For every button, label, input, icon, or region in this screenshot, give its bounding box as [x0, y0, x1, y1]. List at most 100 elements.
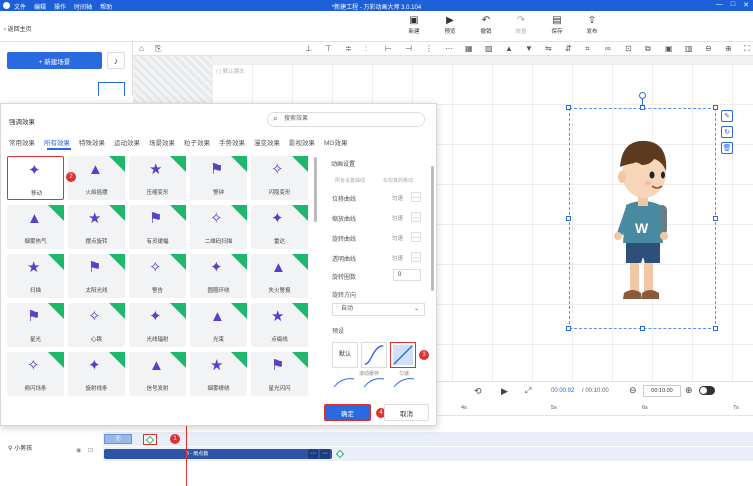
distribute-v-icon[interactable]: ⋯ [445, 44, 453, 53]
effect-item[interactable]: ✦ 光线辐射 [129, 303, 186, 347]
save-button[interactable]: ▤ 保存 [545, 15, 569, 35]
align-middle-icon[interactable]: ≑ [345, 44, 352, 53]
maximize-button[interactable]: □ [731, 1, 735, 9]
ungroup-icon[interactable]: ▧ [485, 44, 493, 53]
effect-item[interactable]: ★ 烟雾缭绕 [190, 352, 247, 396]
effect-item[interactable]: ✧ 频闪烁条 [7, 352, 64, 396]
tab-motion[interactable]: 运动效果 [114, 137, 140, 147]
scale-curve-value[interactable]: 匀速 [392, 214, 403, 222]
settings-scrollbar[interactable] [431, 166, 434, 291]
resize-handle-r[interactable] [713, 216, 718, 221]
resize-handle-tl[interactable] [566, 105, 571, 110]
lock-icon[interactable]: ⌂ [139, 44, 144, 53]
tab-particle[interactable]: 粒子效果 [184, 137, 210, 147]
zoom-in-icon[interactable]: ⊕ [685, 385, 693, 396]
align-right-icon[interactable]: ⊣ [405, 44, 412, 53]
align-left-icon[interactable]: ⊢ [385, 44, 392, 53]
effect-item[interactable]: ▲ 光束 [190, 303, 247, 347]
align-top-icon[interactable]: ⊤ [325, 44, 332, 53]
selection-box[interactable] [569, 108, 716, 329]
effect-item[interactable]: ✦ 圆圈环绕 [190, 254, 247, 298]
crop-icon[interactable]: ⌗ [585, 44, 590, 54]
effect-item[interactable]: ✧ 二维码扫描 [190, 205, 247, 249]
preview-button[interactable]: ▶ 预览 [438, 15, 462, 35]
rotation-count-stepper[interactable]: 0 [393, 269, 421, 281]
position-curve-more[interactable]: … [411, 192, 421, 202]
layer-icon[interactable]: ⎘ [155, 44, 161, 54]
rotate-curve-value[interactable]: 匀速 [392, 234, 403, 242]
effect-item[interactable]: ✧ 心跳 [68, 303, 125, 347]
tab-all[interactable]: 所有效果 [44, 137, 70, 147]
align-center-icon[interactable]: ⫶ [365, 44, 367, 54]
scale-curve-more[interactable]: … [411, 212, 421, 222]
back-home-button[interactable]: ‹ 返回主页 [4, 24, 32, 33]
tab-special[interactable]: 特殊效果 [79, 137, 105, 147]
publish-button[interactable]: ⇪ 发布 [580, 15, 604, 35]
preset-ease-curve[interactable] [361, 342, 387, 368]
rotate-handle[interactable] [639, 92, 646, 99]
tab-mg[interactable]: MG效果 [324, 137, 347, 147]
resize-handle-b[interactable] [640, 326, 645, 331]
flip-h-icon[interactable]: ⇋ [545, 44, 552, 53]
resize-handle-t[interactable] [640, 105, 645, 110]
preset-row-2[interactable] [332, 378, 422, 388]
tab-scene[interactable]: 场景效果 [149, 137, 175, 147]
effect-item[interactable]: ★ 摆点旋转 [68, 205, 125, 249]
play-icon[interactable]: ▶ [501, 386, 508, 397]
bring-front-icon[interactable]: ▲ [505, 44, 513, 53]
lock-layer-icon[interactable]: ⊡ [625, 44, 632, 53]
music-icon[interactable]: ♪ [107, 52, 125, 69]
opacity-curve-value[interactable]: 匀速 [392, 254, 403, 262]
effect-item[interactable]: ✧ 警告 [129, 254, 186, 298]
effect-grid-scrollbar[interactable] [314, 157, 317, 222]
effect-item[interactable]: ▲ 火焰摇摆 [68, 156, 125, 200]
timeline-toggle[interactable] [699, 386, 715, 395]
paste-icon[interactable]: ▣ [665, 44, 673, 53]
scene-thumbnail[interactable] [98, 82, 125, 96]
zoom-out-icon[interactable]: ⊖ [705, 44, 712, 53]
effect-search-input[interactable]: 搜索效果 [267, 112, 425, 127]
tab-film[interactable]: 影视效果 [289, 137, 315, 147]
resize-handle-l[interactable] [566, 216, 571, 221]
new-scene-button[interactable]: + 新建场景 [7, 52, 102, 69]
effect-item[interactable]: ⚑ 星光闪闪 [251, 352, 308, 396]
rotate-direction-select[interactable]: 自动 ⌄ [332, 303, 425, 316]
segment-menu-icon[interactable]: ⋯ [308, 449, 318, 459]
group-icon[interactable]: ▦ [465, 44, 473, 53]
opacity-curve-more[interactable]: … [411, 252, 421, 262]
effect-item[interactable]: ▲ 信号发射 [129, 352, 186, 396]
effect-item[interactable]: ✧ 闪隐变形 [251, 156, 308, 200]
trash-icon[interactable]: 🗑 [721, 142, 733, 154]
visibility-icon[interactable]: ◉ [76, 447, 81, 454]
effect-item[interactable]: ★ 点缀线 [251, 303, 308, 347]
effect-item[interactable]: ▲ 失火警报 [251, 254, 308, 298]
flip-v-icon[interactable]: ⇵ [565, 44, 572, 53]
resize-handle-tr[interactable] [713, 105, 718, 110]
effect-item[interactable]: ★ 扫描 [7, 254, 64, 298]
edit-icon[interactable]: ✎ [721, 110, 733, 122]
effect-item[interactable]: ★ 压缩变形 [129, 156, 186, 200]
effect-item[interactable]: ⚑ 太阳光线 [68, 254, 125, 298]
position-curve-value[interactable]: 匀速 [392, 194, 403, 202]
effect-item[interactable]: ▲ 烟雾热气 [7, 205, 64, 249]
minimize-button[interactable]: — [716, 1, 723, 9]
align-bottom-icon[interactable]: ⊥ [305, 44, 312, 53]
playhead[interactable] [186, 426, 187, 486]
new-button[interactable]: ▣ 新建 [402, 15, 426, 35]
delete-icon[interactable]: ▥ [685, 44, 693, 53]
rotate-curve-more[interactable]: … [411, 232, 421, 242]
fullscreen-icon[interactable]: ⤢ [525, 386, 531, 396]
effect-item[interactable]: ✦ 移动 [7, 156, 64, 200]
tab-common[interactable]: 常用效果 [9, 137, 35, 147]
copy-icon[interactable]: ⧉ [645, 44, 651, 54]
tab-gradient[interactable]: 漫变效果 [254, 137, 280, 147]
effect-item[interactable]: ⚑ 有灵缓幅 [129, 205, 186, 249]
enter-effect-segment[interactable]: 无 [104, 434, 132, 444]
replay-icon[interactable]: ⟲ [474, 386, 482, 397]
close-button[interactable]: ✕ [743, 1, 749, 9]
cancel-button[interactable]: 取消 [384, 404, 429, 421]
effect-item[interactable]: ⚑ 星光 [7, 303, 64, 347]
tab-gesture[interactable]: 手势效果 [219, 137, 245, 147]
send-back-icon[interactable]: ▼ [525, 44, 533, 53]
zoom-in-icon[interactable]: ⊕ [725, 44, 732, 53]
